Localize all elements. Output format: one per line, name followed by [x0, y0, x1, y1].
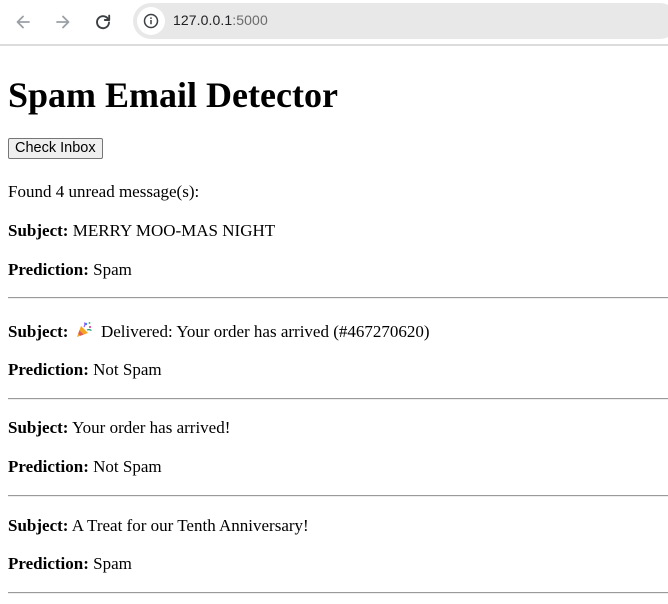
- divider: [8, 398, 668, 400]
- subject-label: Subject:: [8, 322, 69, 341]
- message-subject: Subject: Your order has arrived!: [8, 418, 230, 438]
- prediction-label: Prediction:: [8, 554, 89, 573]
- prediction-label: Prediction:: [8, 457, 89, 476]
- page-title: Spam Email Detector: [8, 75, 338, 115]
- back-button[interactable]: [10, 9, 36, 35]
- reload-button[interactable]: [90, 9, 116, 35]
- message-subject: Subject: A Treat for our Tenth Anniversa…: [8, 516, 309, 536]
- found-messages-text: Found 4 unread message(s):: [8, 182, 200, 201]
- reload-icon: [96, 14, 111, 30]
- prediction-label: Prediction:: [8, 360, 89, 379]
- check-inbox-button[interactable]: Check Inbox: [8, 138, 103, 159]
- prediction-text: Spam: [93, 554, 132, 573]
- divider: [8, 495, 668, 497]
- arrow-right-icon: [56, 15, 70, 29]
- subject-text: Your order has arrived!: [72, 418, 231, 437]
- subject-label: Subject:: [8, 516, 69, 535]
- url-host: 127.0.0.1: [173, 12, 233, 28]
- arrow-left-icon: [16, 15, 30, 29]
- subject-label: Subject:: [8, 221, 69, 240]
- prediction-text: Spam: [93, 260, 132, 279]
- divider: [8, 592, 668, 594]
- subject-text: Delivered: Your order has arrived (#4672…: [100, 322, 430, 341]
- message-prediction: Prediction: Not Spam: [8, 360, 162, 380]
- subject-text: A Treat for our Tenth Anniversary!: [71, 516, 309, 535]
- forward-button[interactable]: [50, 9, 76, 35]
- address-bar[interactable]: 127.0.0.1:5000: [133, 3, 668, 39]
- browser-toolbar: 127.0.0.1:5000: [0, 0, 668, 46]
- subject-text: MERRY MOO-MAS NIGHT: [72, 221, 276, 240]
- info-icon: [143, 13, 159, 29]
- prediction-text: Not Spam: [93, 457, 162, 476]
- site-info-button[interactable]: [137, 7, 165, 35]
- message-prediction: Prediction: Not Spam: [8, 457, 162, 477]
- message-prediction: Prediction: Spam: [8, 260, 132, 280]
- subject-label: Subject:: [8, 418, 69, 437]
- url-port: :5000: [232, 12, 268, 28]
- url-text: 127.0.0.1:5000: [173, 12, 268, 28]
- party-popper-icon: [76, 322, 92, 337]
- prediction-label: Prediction:: [8, 260, 89, 279]
- message-subject: Subject: MERRY MOO-MAS NIGHT: [8, 221, 275, 241]
- message-subject: Subject: Delivered: Your order has arriv…: [8, 321, 430, 342]
- prediction-text: Not Spam: [93, 360, 162, 379]
- message-prediction: Prediction: Spam: [8, 554, 132, 574]
- divider: [8, 297, 668, 299]
